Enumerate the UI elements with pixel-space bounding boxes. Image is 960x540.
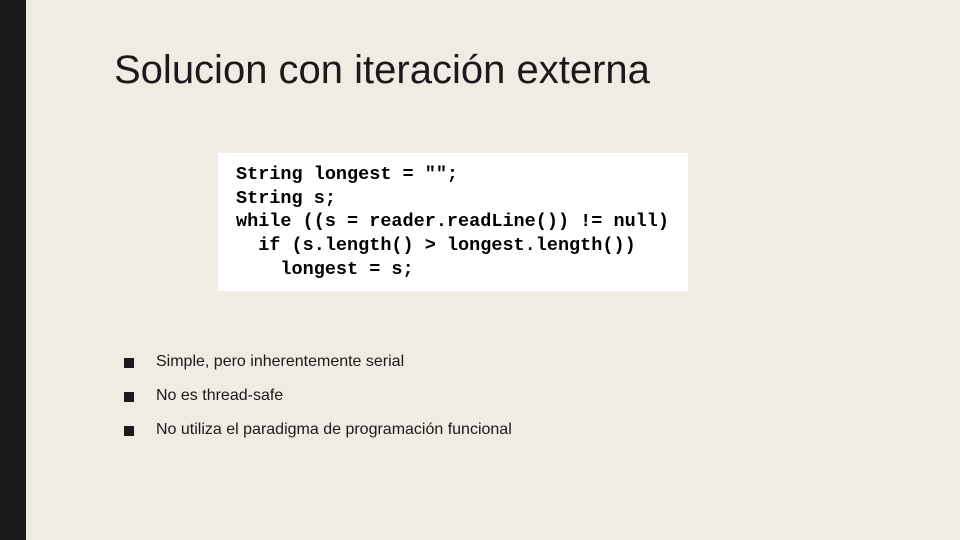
list-item: No es thread-safe <box>124 387 890 405</box>
code-snippet: String longest = ""; String s; while ((s… <box>218 153 688 291</box>
list-item: No utiliza el paradigma de programación … <box>124 421 890 439</box>
bullet-list: Simple, pero inherentemente serial No es… <box>114 353 890 439</box>
list-item-text: No es thread-safe <box>156 387 283 405</box>
list-item-text: Simple, pero inherentemente serial <box>156 353 404 371</box>
square-bullet-icon <box>124 392 134 402</box>
list-item-text: No utiliza el paradigma de programación … <box>156 421 512 439</box>
slide-title: Solucion con iteración externa <box>114 48 890 93</box>
square-bullet-icon <box>124 358 134 368</box>
square-bullet-icon <box>124 426 134 436</box>
slide-content: Solucion con iteración externa String lo… <box>26 0 960 540</box>
list-item: Simple, pero inherentemente serial <box>124 353 890 371</box>
accent-side-bar <box>0 0 26 540</box>
